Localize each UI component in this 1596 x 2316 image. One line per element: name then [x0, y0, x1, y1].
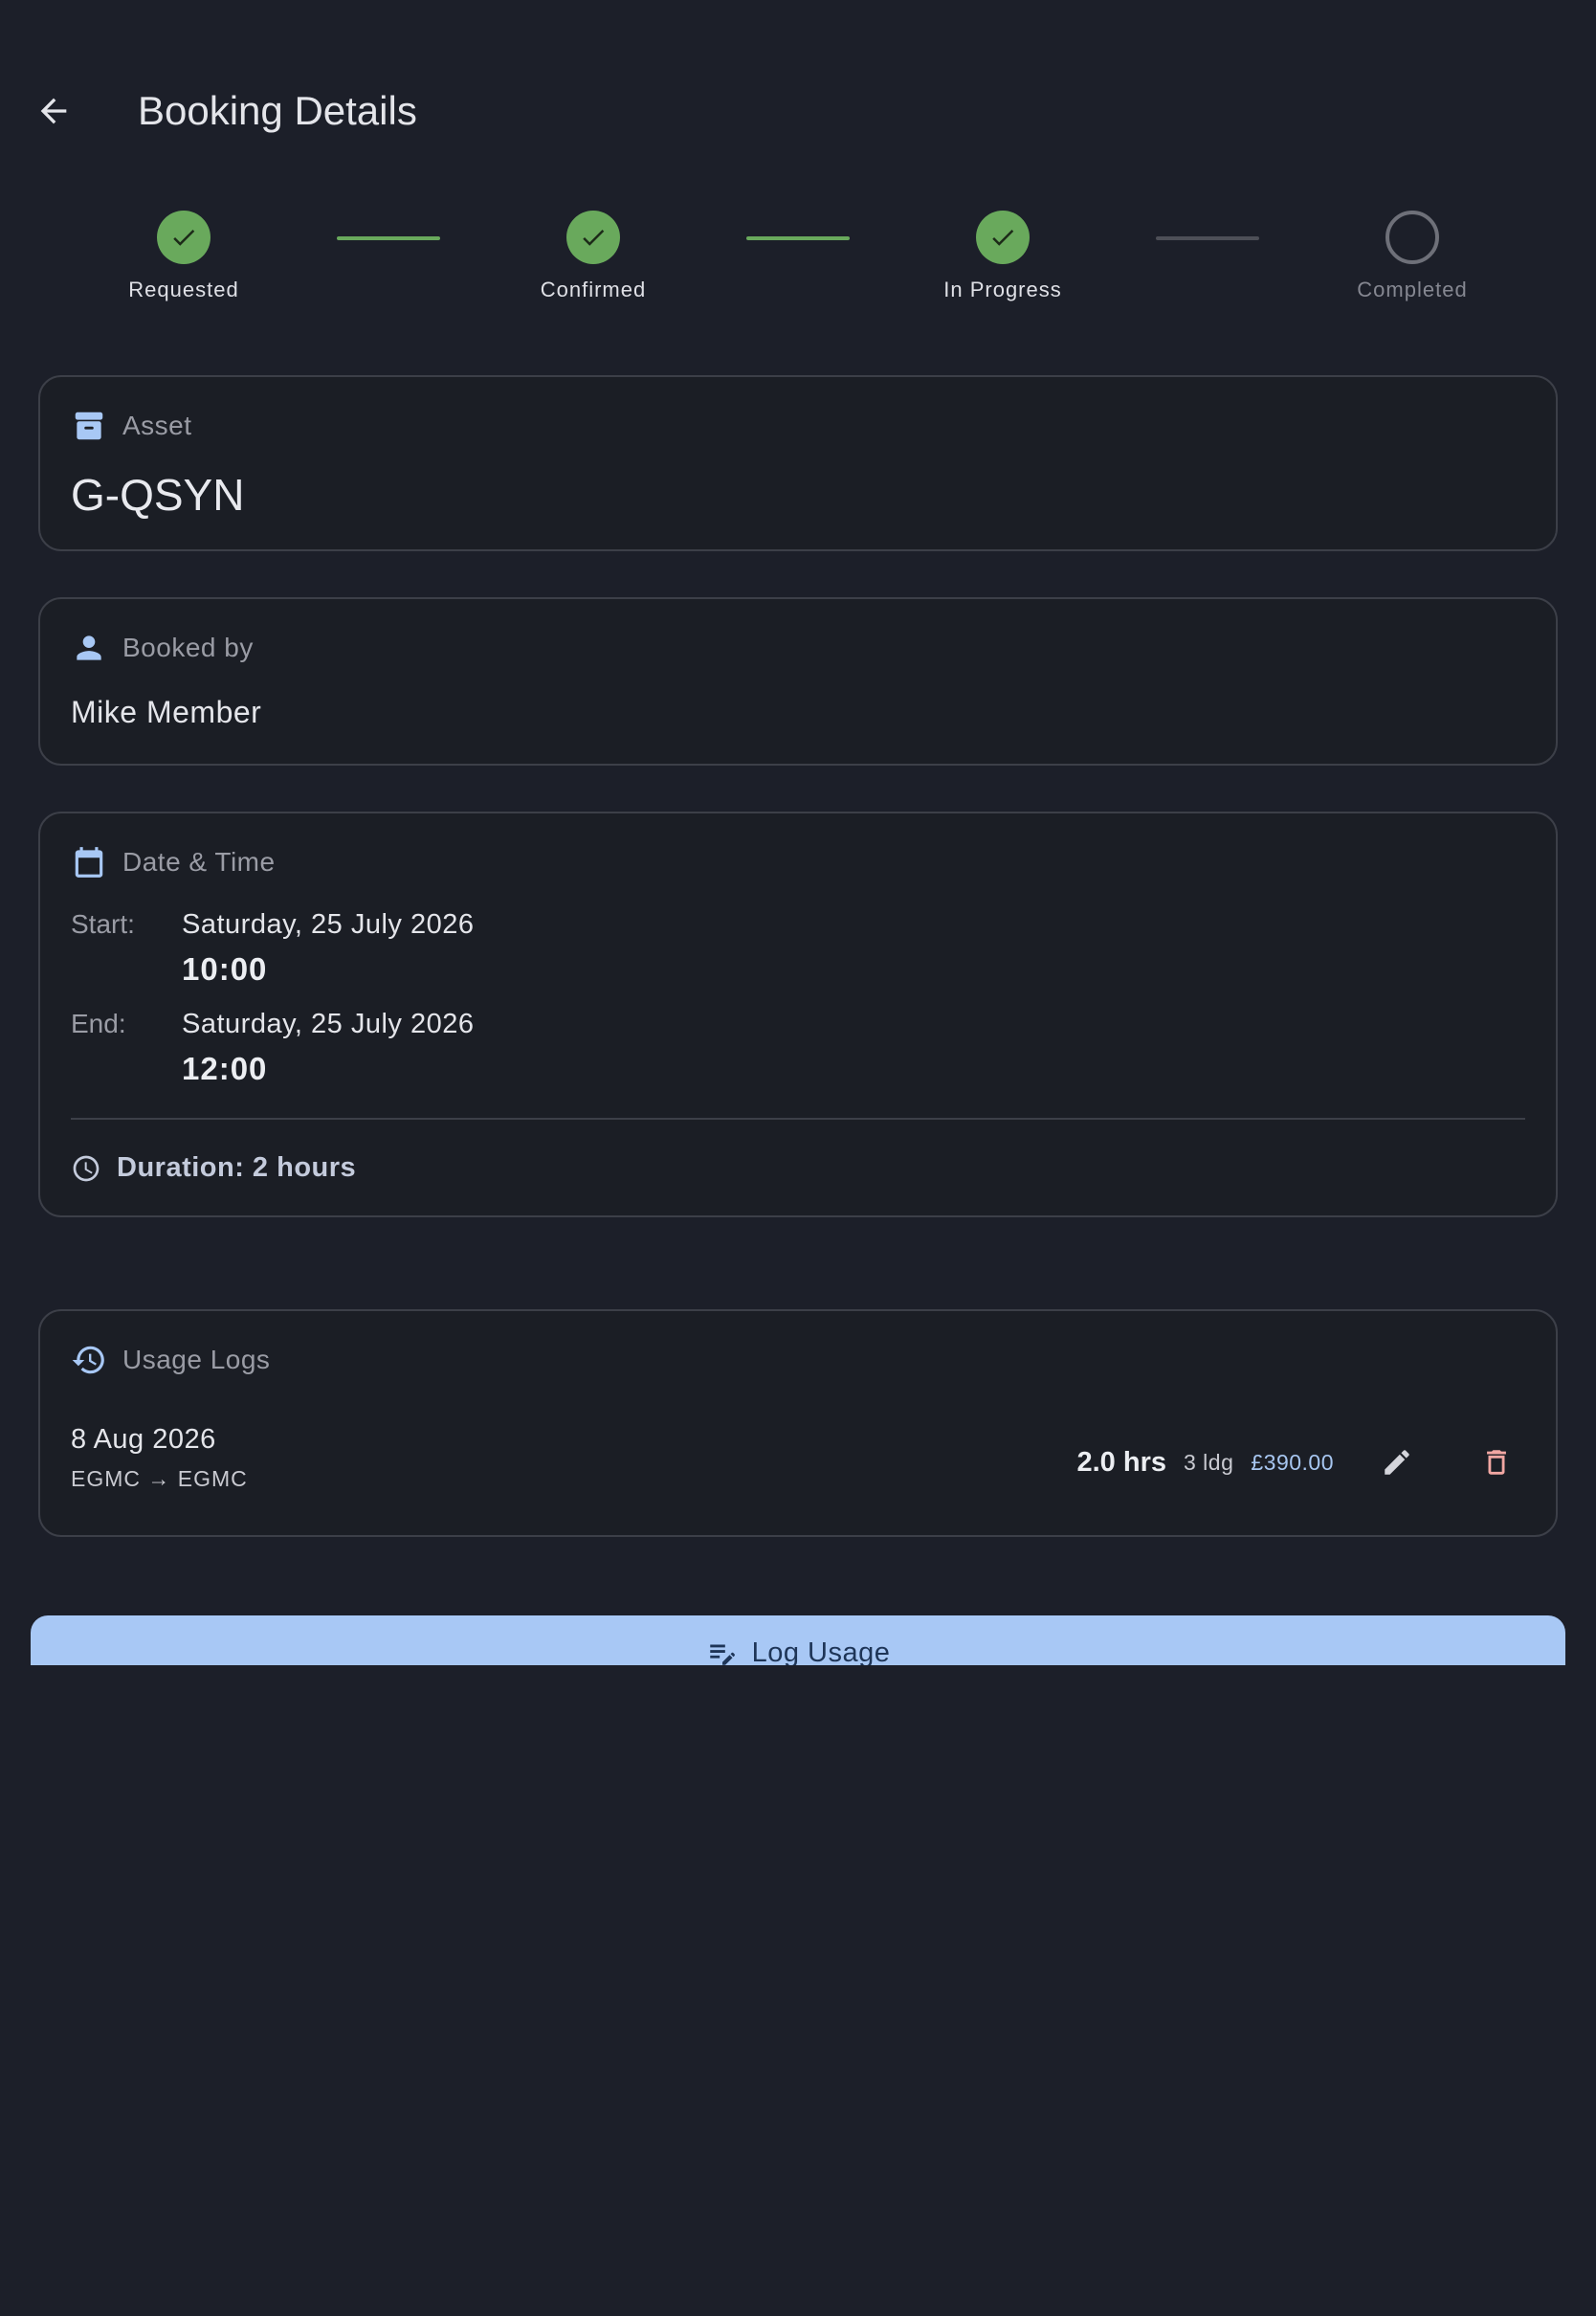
step-done-indicator [157, 211, 211, 264]
usage-logs-card: Usage Logs 8 Aug 2026 EGMC → EGMC 2.0 hr… [38, 1309, 1558, 1537]
step-connector [337, 236, 440, 240]
edit-note-icon [709, 1644, 735, 1665]
start-time: 10:00 [182, 951, 268, 987]
page-title: Booking Details [138, 88, 417, 133]
log-landings: 3 ldg [1183, 1449, 1234, 1475]
booked-by-name: Mike Member [71, 695, 262, 729]
step-label: Completed [1357, 278, 1468, 301]
log-date: 8 Aug 2026 [71, 1424, 216, 1455]
card-heading: Asset [122, 411, 192, 440]
archive-box-icon [75, 412, 103, 440]
log-usage-button[interactable]: Log Usage [31, 1615, 1565, 1665]
asset-registration: G-QSYN [71, 470, 245, 520]
card-heading: Usage Logs [122, 1345, 271, 1374]
app-bar: Booking Details [0, 0, 1596, 201]
step-label: In Progress [943, 278, 1062, 301]
delete-log-button[interactable] [1468, 1434, 1525, 1491]
step-label: Confirmed [540, 278, 647, 301]
pencil-icon [1385, 1450, 1409, 1475]
card-heading: Booked by [122, 633, 254, 662]
trash-icon [1487, 1450, 1506, 1475]
check-icon [583, 229, 605, 246]
step-pending-indicator [1385, 211, 1439, 264]
log-summary: 2.0 hrs 3 ldg £390.00 [1076, 1434, 1525, 1491]
clock-icon [73, 1155, 100, 1181]
end-date: Saturday, 25 July 2026 [182, 1009, 475, 1039]
check-icon [173, 229, 195, 246]
start-date: Saturday, 25 July 2026 [182, 909, 475, 940]
log-usage-label: Log Usage [751, 1637, 891, 1666]
asset-card: Asset G-QSYN [38, 375, 1558, 551]
booked-by-card: Booked by Mike Member [38, 597, 1558, 766]
step-in-progress: In Progress [878, 211, 1127, 302]
start-label: Start: [71, 909, 135, 939]
log-hours: 2.0 hrs [1076, 1446, 1166, 1478]
person-icon [77, 635, 101, 660]
date-time-card: Date & Time Start: Saturday, 25 July 202… [38, 812, 1558, 1217]
duration-row: Duration: 2 hours [71, 1152, 356, 1184]
card-header: Booked by [71, 630, 254, 666]
card-header: Asset [71, 408, 192, 444]
end-label: End: [71, 1009, 126, 1038]
duration-text: Duration: 2 hours [117, 1152, 357, 1183]
step-confirmed: Confirmed [469, 211, 718, 302]
step-done-indicator [976, 211, 1030, 264]
divider [71, 1118, 1525, 1120]
usage-log-row: 8 Aug 2026 EGMC → EGMC 2.0 hrs 3 ldg £39… [71, 1424, 1525, 1501]
status-stepper: Requested Confirmed In Progress Complete… [0, 211, 1596, 316]
card-header: Date & Time [71, 844, 276, 880]
calendar-icon [75, 847, 103, 878]
end-time: 12:00 [182, 1051, 268, 1086]
log-cost: £390.00 [1251, 1449, 1334, 1475]
step-requested: Requested [59, 211, 308, 302]
back-button[interactable] [19, 77, 88, 145]
history-icon [72, 1346, 104, 1374]
step-label: Requested [128, 278, 239, 301]
step-done-indicator [566, 211, 620, 264]
card-header: Usage Logs [71, 1342, 270, 1378]
card-heading: Date & Time [122, 847, 276, 877]
log-route: EGMC → EGMC [71, 1466, 248, 1491]
arrow-back-icon [40, 98, 67, 124]
step-connector [1156, 236, 1259, 240]
step-completed: Completed [1288, 211, 1537, 302]
check-icon [992, 229, 1014, 246]
step-connector [746, 236, 850, 240]
edit-log-button[interactable] [1368, 1434, 1426, 1491]
